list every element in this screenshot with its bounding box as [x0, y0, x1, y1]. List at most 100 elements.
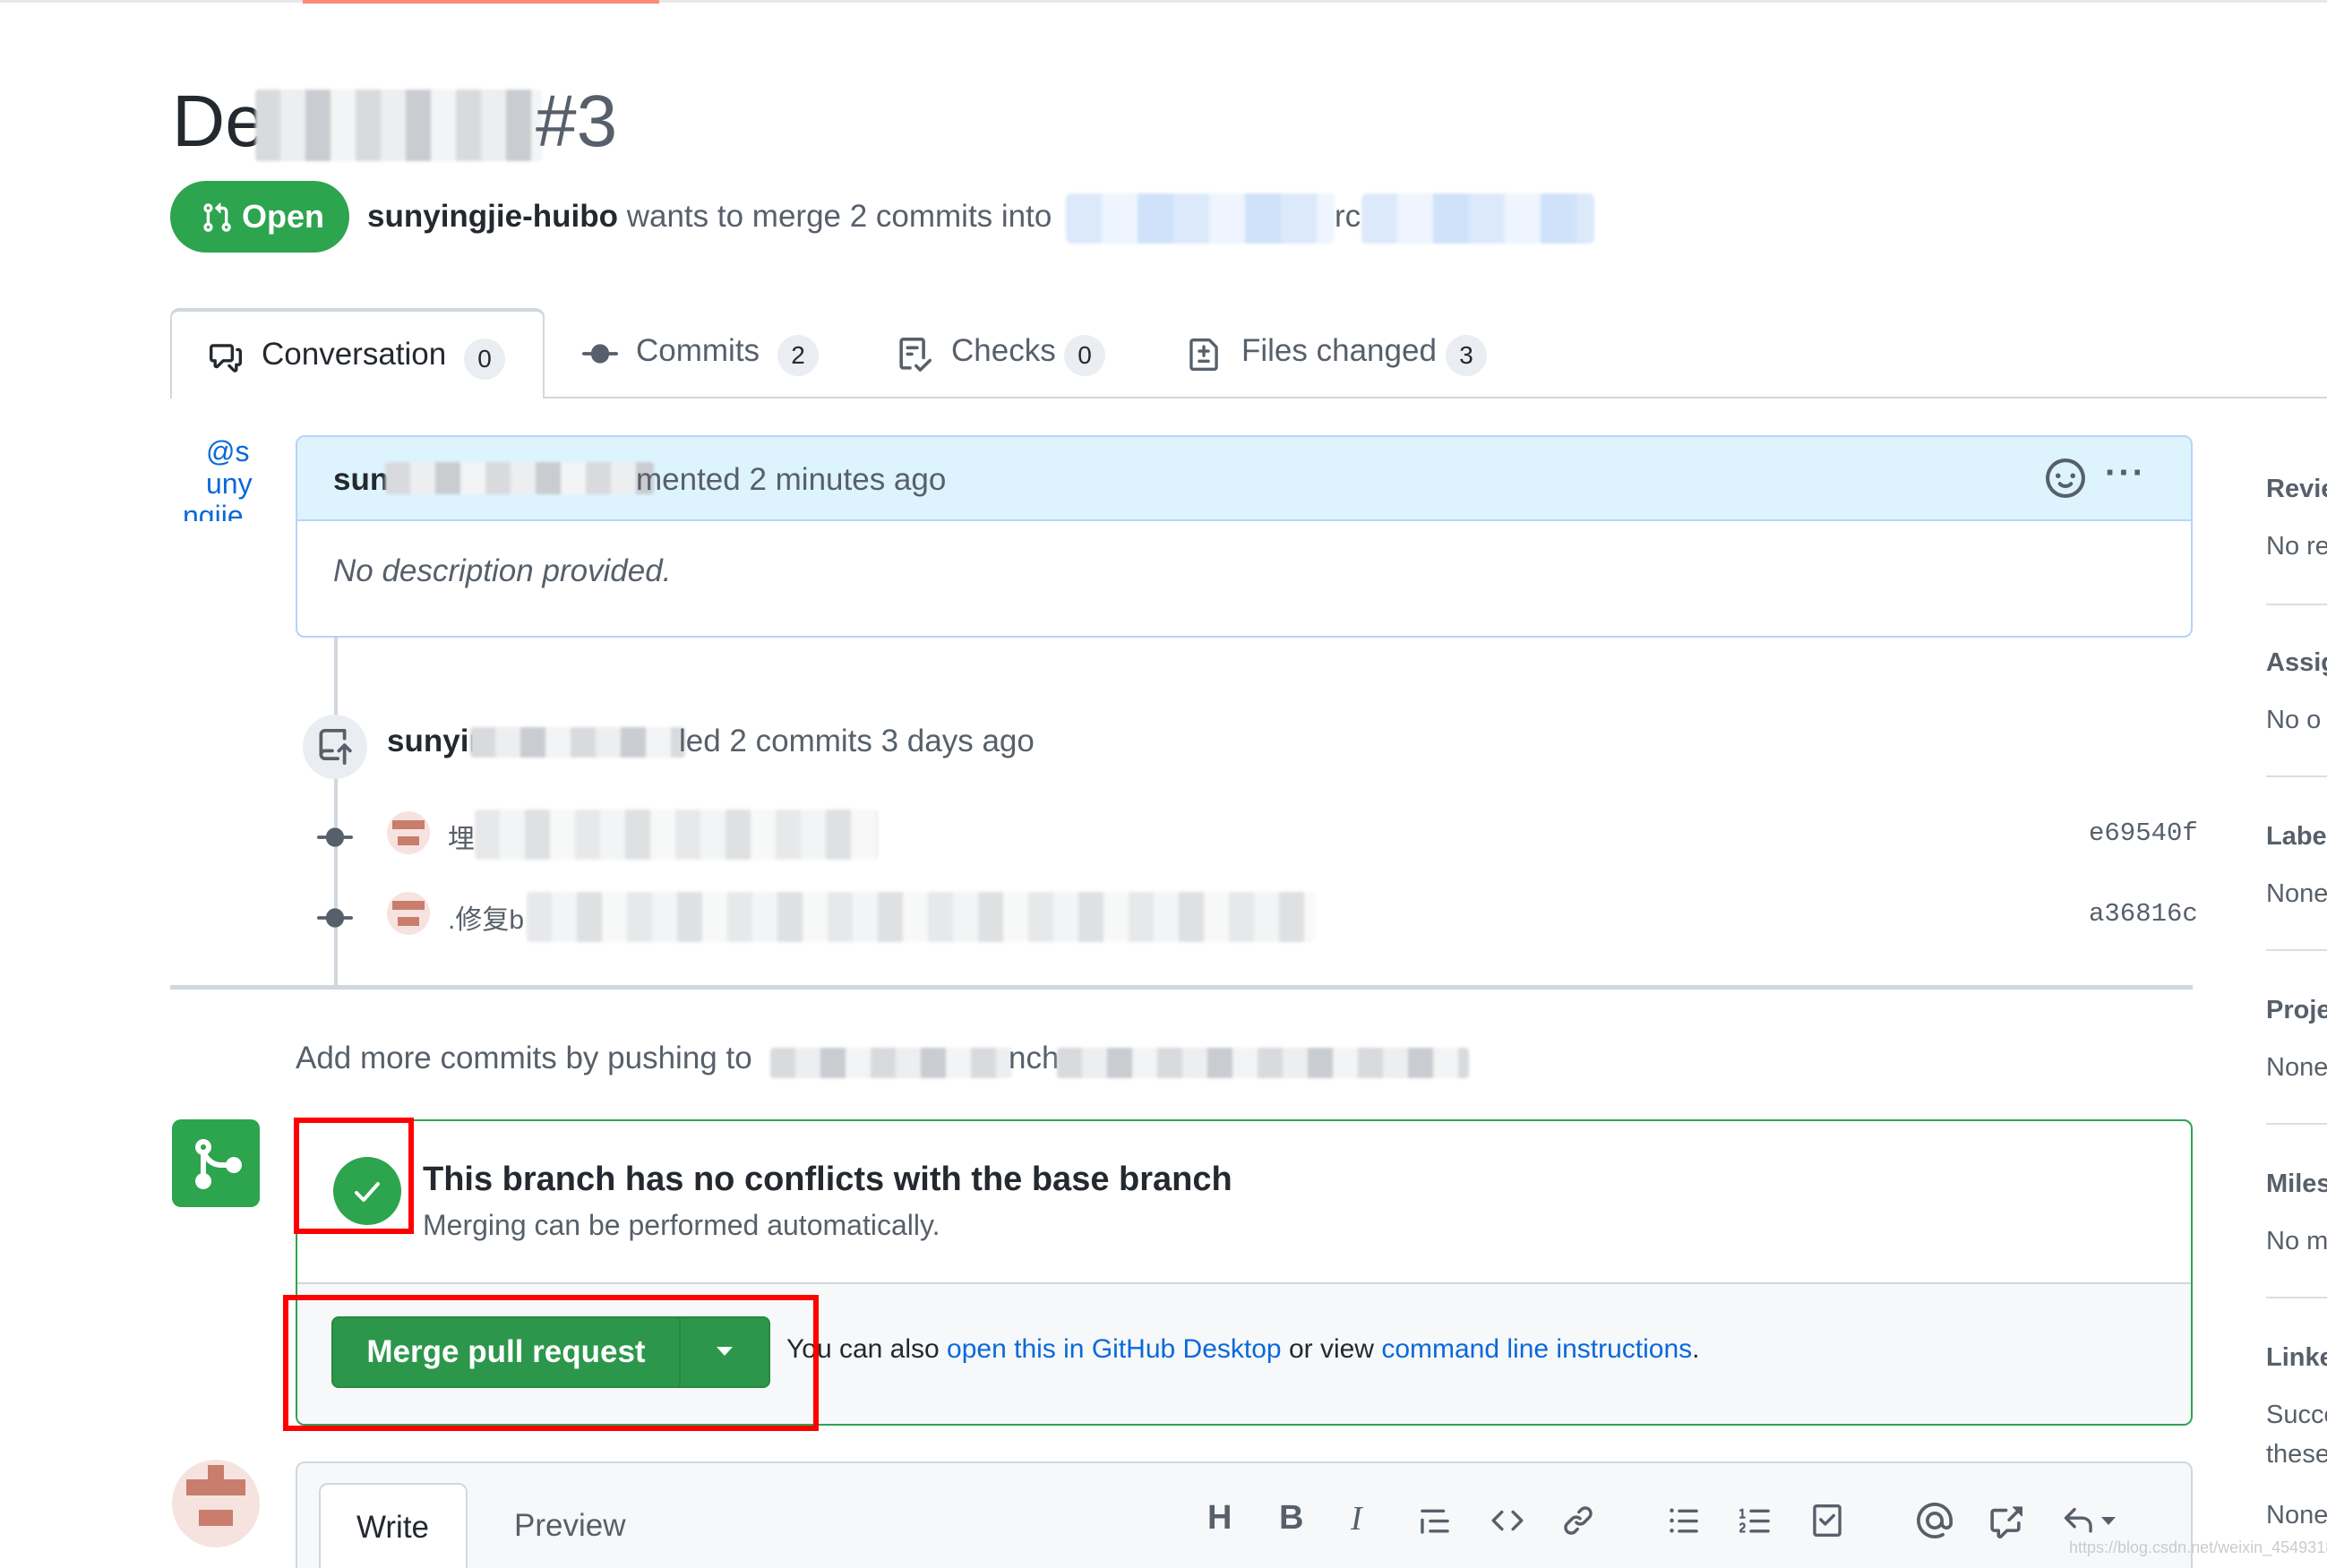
sidebar-linked-issues-value: Succe [2266, 1401, 2327, 1429]
avatar-alt-line-1: @s [206, 435, 250, 467]
code-icon[interactable] [1490, 1504, 1524, 1537]
avatar-alt-line-3: ngjie [183, 500, 244, 521]
reply-icon[interactable] [2060, 1504, 2096, 1537]
sidebar-milestone-value: No m [2266, 1227, 2327, 1255]
tab-files-changed-label: Files changed [1241, 333, 1437, 368]
mention-icon[interactable] [1917, 1503, 1953, 1538]
push-event-text: led 2 commits 3 days ago [679, 724, 1035, 758]
pr-number: #3 [536, 77, 617, 167]
watermark: https://blog.csdn.net/weixin_45493188 [2069, 1538, 2327, 1556]
comment-discussion-icon [208, 342, 244, 374]
avatar-alt-line-2: uny [206, 467, 253, 500]
sidebar-divider [2266, 1123, 2327, 1125]
sidebar-linked-issues-value-3: None [2266, 1501, 2327, 1529]
sidebar-milestone-heading[interactable]: Miles [2266, 1170, 2327, 1199]
link-icon[interactable] [1562, 1504, 1594, 1537]
bold-icon[interactable]: B [1279, 1499, 1303, 1538]
redacted-branch-name-2 [1057, 1048, 1469, 1078]
redacted-comment-author [385, 462, 654, 494]
github-desktop-link[interactable]: open this in GitHub Desktop [947, 1334, 1282, 1364]
comment-composer: Write Preview H B I [296, 1461, 2193, 1568]
cross-reference-icon[interactable] [1988, 1504, 2022, 1538]
timeline-divider [170, 985, 2193, 990]
pr-title: De [172, 77, 266, 167]
git-merge-icon [188, 1134, 245, 1195]
tab-commits-count: 2 [777, 335, 819, 376]
tab-checks-count: 0 [1064, 335, 1105, 376]
smiley-icon[interactable] [2046, 458, 2085, 498]
quote-icon[interactable] [1419, 1504, 1451, 1537]
markdown-toolbar: H B I [1193, 1499, 2178, 1544]
sidebar-assignees-heading[interactable]: Assig [2266, 648, 2327, 678]
pr-title-prefix: De [172, 81, 266, 162]
sidebar-divider [2266, 949, 2327, 951]
tab-conversation-label: Conversation [262, 337, 447, 372]
sidebar-divider [2266, 1297, 2327, 1298]
sidebar-projects-heading[interactable]: Proje [2266, 996, 2327, 1025]
commit-avatar [387, 892, 430, 935]
repo-push-icon [317, 729, 353, 765]
kebab-menu-icon[interactable]: ··· [2105, 453, 2146, 493]
current-user-avatar [172, 1460, 260, 1547]
reply-dropdown-icon[interactable] [2101, 1517, 2116, 1525]
tab-preview[interactable]: Preview [514, 1508, 625, 1544]
redacted-base-branch [1066, 193, 1335, 244]
git-commit-icon [317, 904, 353, 931]
sidebar-reviewers-value: No re [2266, 532, 2327, 561]
sidebar-labels-heading[interactable]: Label [2266, 822, 2327, 852]
task-list-icon[interactable] [1811, 1504, 1843, 1537]
top-accent-highlight [303, 0, 659, 4]
push-event-author[interactable]: sunyir [387, 724, 481, 759]
merge-status-title: This branch has no conflicts with the ba… [423, 1161, 1232, 1198]
tab-files-changed-count: 3 [1446, 335, 1487, 376]
push-event-badge [303, 715, 367, 779]
commit-sha[interactable]: e69540f [2089, 818, 2198, 848]
sidebar-linked-issues-heading[interactable]: Linke [2266, 1343, 2327, 1373]
redacted-commit-message [527, 892, 1315, 942]
italic-icon[interactable]: I [1351, 1499, 1362, 1538]
sidebar-assignees-value: No o [2266, 706, 2322, 734]
commit-row[interactable]: .修复b a36816c [305, 887, 2198, 949]
redacted-title [255, 90, 542, 161]
merge-status-subtitle: Merging can be performed automatically. [423, 1209, 940, 1241]
state-badge-open: Open [170, 181, 349, 253]
commit-sha[interactable]: a36816c [2089, 899, 2198, 929]
tab-conversation[interactable]: Conversation 0 [170, 308, 545, 398]
redacted-branch-name [770, 1048, 1012, 1078]
tab-commits-label: Commits [636, 333, 760, 368]
git-commit-icon [317, 824, 353, 851]
ordered-list-icon[interactable] [1739, 1504, 1772, 1537]
pr-author-link[interactable]: sunyingjie-huibo [367, 199, 618, 234]
commit-message[interactable]: 埋 [448, 817, 475, 856]
tab-conversation-count: 0 [464, 338, 505, 380]
sidebar-reviewers-heading[interactable]: Revie [2266, 475, 2327, 504]
commit-message[interactable]: .修复b [448, 897, 524, 937]
comment-body: No description provided. [333, 553, 672, 588]
add-commits-hint: Add more commits by pushing to [296, 1041, 752, 1075]
redacted-commit-message [475, 810, 878, 860]
or-view-text: or view [1288, 1334, 1374, 1364]
comment-author[interactable]: sun [333, 462, 389, 498]
sidebar: Revie No re Assig No o Label None Proje … [2266, 448, 2327, 1568]
comment-box: sun mented 2 minutes ago ··· No descript… [296, 435, 2193, 638]
pr-meta: sunyingjie-huibo wants to merge 2 commit… [367, 195, 1052, 238]
period-text: . [1692, 1334, 1700, 1364]
sidebar-divider [2266, 775, 2327, 777]
tab-write[interactable]: Write [319, 1483, 468, 1568]
sidebar-linked-issues-value-2: these [2266, 1440, 2327, 1469]
avatar-broken-image[interactable]: @s uny ngjie [170, 435, 260, 521]
sidebar-labels-value: None [2266, 879, 2327, 908]
unordered-list-icon[interactable] [1668, 1504, 1700, 1537]
head-branch-fragment[interactable]: rc [1335, 199, 1361, 235]
sidebar-divider [2266, 604, 2327, 605]
file-diff-icon [1188, 337, 1220, 373]
command-line-instructions-link[interactable]: command line instructions [1381, 1334, 1692, 1364]
tab-write-label: Write [356, 1510, 430, 1545]
heading-icon[interactable]: H [1207, 1499, 1232, 1538]
sidebar-projects-value: None [2266, 1053, 2327, 1082]
commit-row[interactable]: 埋 e69540f [305, 806, 2198, 869]
pull-request-icon [201, 201, 233, 235]
pr-number-text: #3 [536, 81, 618, 162]
merge-status-icon [172, 1119, 260, 1207]
checklist-icon [897, 337, 932, 373]
